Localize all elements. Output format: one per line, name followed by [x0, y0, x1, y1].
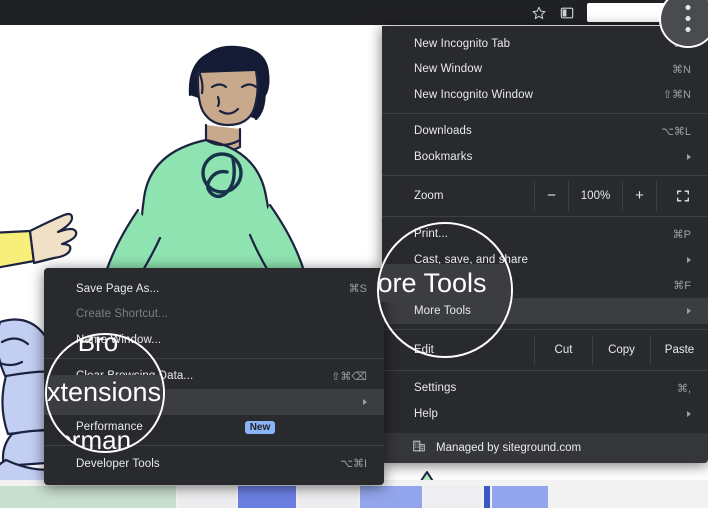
fullscreen-icon[interactable] [656, 180, 708, 211]
menu-label: More Tools [414, 304, 472, 317]
menu-item-downloads[interactable]: Downloads ⌥⌘L [382, 119, 708, 145]
menu-separator [382, 328, 708, 330]
managed-by-label: Managed by siteground.com [436, 441, 582, 454]
submenu-item-create-shortcut: Create Shortcut... [44, 302, 384, 328]
more-tools-submenu: Save Page As... ⌘S Create Shortcut... Na… [44, 268, 384, 485]
menu-label: New Incognito Tab [414, 37, 511, 50]
menu-label: New Incognito Window [414, 88, 533, 101]
submenu-item-performance[interactable]: Performance New [44, 415, 384, 441]
menu-label: Name Window... [76, 333, 162, 346]
menu-separator [382, 112, 708, 114]
browser-window: New Incognito Tab ⌘T New Window ⌘N New I… [0, 0, 708, 508]
redacted-profile-field[interactable] [587, 3, 675, 22]
menu-item-print[interactable]: Print... ⌘P [382, 222, 708, 248]
menu-label: Downloads [414, 125, 472, 138]
menu-item-find[interactable]: Find... ⌘F [382, 273, 708, 299]
menu-item-new-incognito-tab[interactable]: New Incognito Tab ⌘T [382, 31, 708, 57]
menu-accelerator: ⌘S [348, 283, 367, 296]
menu-accelerator: ⌘T [673, 38, 691, 51]
page-bottom-cards [0, 486, 708, 508]
menu-accelerator: ⌘F [673, 279, 691, 292]
menu-item-more-tools[interactable]: More Tools [382, 298, 708, 324]
submenu-item-extensions[interactable]: Extensions [44, 389, 384, 415]
managed-by-notice[interactable]: Managed by siteground.com [382, 432, 708, 463]
menu-item-bookmarks[interactable]: Bookmarks [382, 144, 708, 170]
menu-separator [382, 215, 708, 217]
menu-accelerator: ⌥⌘I [340, 458, 367, 471]
menu-label: Clear Browsing Data... [76, 370, 194, 383]
menu-label: Bookmarks [414, 150, 473, 163]
menu-label: Find... [414, 279, 447, 292]
zoom-label: Zoom [414, 189, 444, 202]
new-badge: New [244, 420, 276, 434]
three-dot-kebab-icon[interactable] [677, 0, 703, 25]
menu-label: Settings [414, 382, 457, 395]
enterprise-building-icon [412, 439, 426, 456]
chrome-main-menu: New Incognito Tab ⌘T New Window ⌘N New I… [382, 26, 708, 463]
menu-item-edit: Edit Cut Copy Paste [382, 334, 708, 365]
zoom-percent: 100% [568, 180, 622, 211]
menu-separator [44, 445, 384, 446]
chevron-right-icon [687, 307, 691, 314]
browser-toolbar [0, 0, 708, 25]
chevron-right-icon [363, 398, 367, 405]
edit-copy-button[interactable]: Copy [592, 334, 650, 365]
menu-item-new-incognito-window[interactable]: New Incognito Window ⇧⌘N [382, 82, 708, 108]
menu-separator [44, 357, 384, 359]
menu-separator [382, 174, 708, 176]
menu-accelerator: ⌘N [672, 63, 691, 76]
menu-label: Create Shortcut... [76, 308, 168, 321]
menu-label: Save Page As... [76, 282, 160, 295]
menu-item-zoom: Zoom − 100% + [382, 180, 708, 211]
zoom-out-button[interactable]: − [534, 180, 568, 211]
menu-accelerator: ⌥⌘L [661, 125, 691, 138]
submenu-item-save-page-as[interactable]: Save Page As... ⌘S [44, 276, 384, 302]
menu-separator [382, 369, 708, 371]
edit-label: Edit [414, 343, 434, 356]
menu-item-new-window[interactable]: New Window ⌘N [382, 57, 708, 83]
submenu-item-developer-tools[interactable]: Developer Tools ⌥⌘I [44, 451, 384, 477]
menu-label: Cast, save, and share [414, 253, 528, 266]
menu-accelerator: ⌘, [676, 382, 691, 395]
zoom-in-button[interactable]: + [622, 180, 656, 211]
side-panel-icon[interactable] [553, 0, 581, 25]
menu-label: New Window [414, 63, 483, 76]
submenu-item-clear-browsing-data[interactable]: Clear Browsing Data... ⇧⌘⌫ [44, 364, 384, 390]
menu-label: Developer Tools [76, 457, 160, 470]
chevron-right-icon [687, 256, 691, 263]
illustration-hand-yellow [0, 212, 78, 269]
menu-accelerator: ⇧⌘N [662, 89, 691, 102]
chevron-right-icon [687, 153, 691, 160]
submenu-item-name-window[interactable]: Name Window... [44, 327, 384, 353]
chevron-right-icon [687, 410, 691, 417]
menu-item-settings[interactable]: Settings ⌘, [382, 376, 708, 402]
menu-accelerator: ⌘P [672, 228, 691, 241]
menu-label: Performance [76, 421, 143, 434]
menu-item-help[interactable]: Help [382, 401, 708, 427]
menu-accelerator: ⇧⌘⌫ [331, 370, 367, 383]
edit-cut-button[interactable]: Cut [534, 334, 592, 365]
menu-label: Print... [414, 228, 449, 241]
menu-label: Extensions [76, 395, 134, 408]
menu-item-cast-save-share[interactable]: Cast, save, and share [382, 247, 708, 273]
star-icon[interactable] [525, 0, 553, 25]
menu-label: Help [414, 407, 439, 420]
edit-paste-button[interactable]: Paste [650, 334, 708, 365]
